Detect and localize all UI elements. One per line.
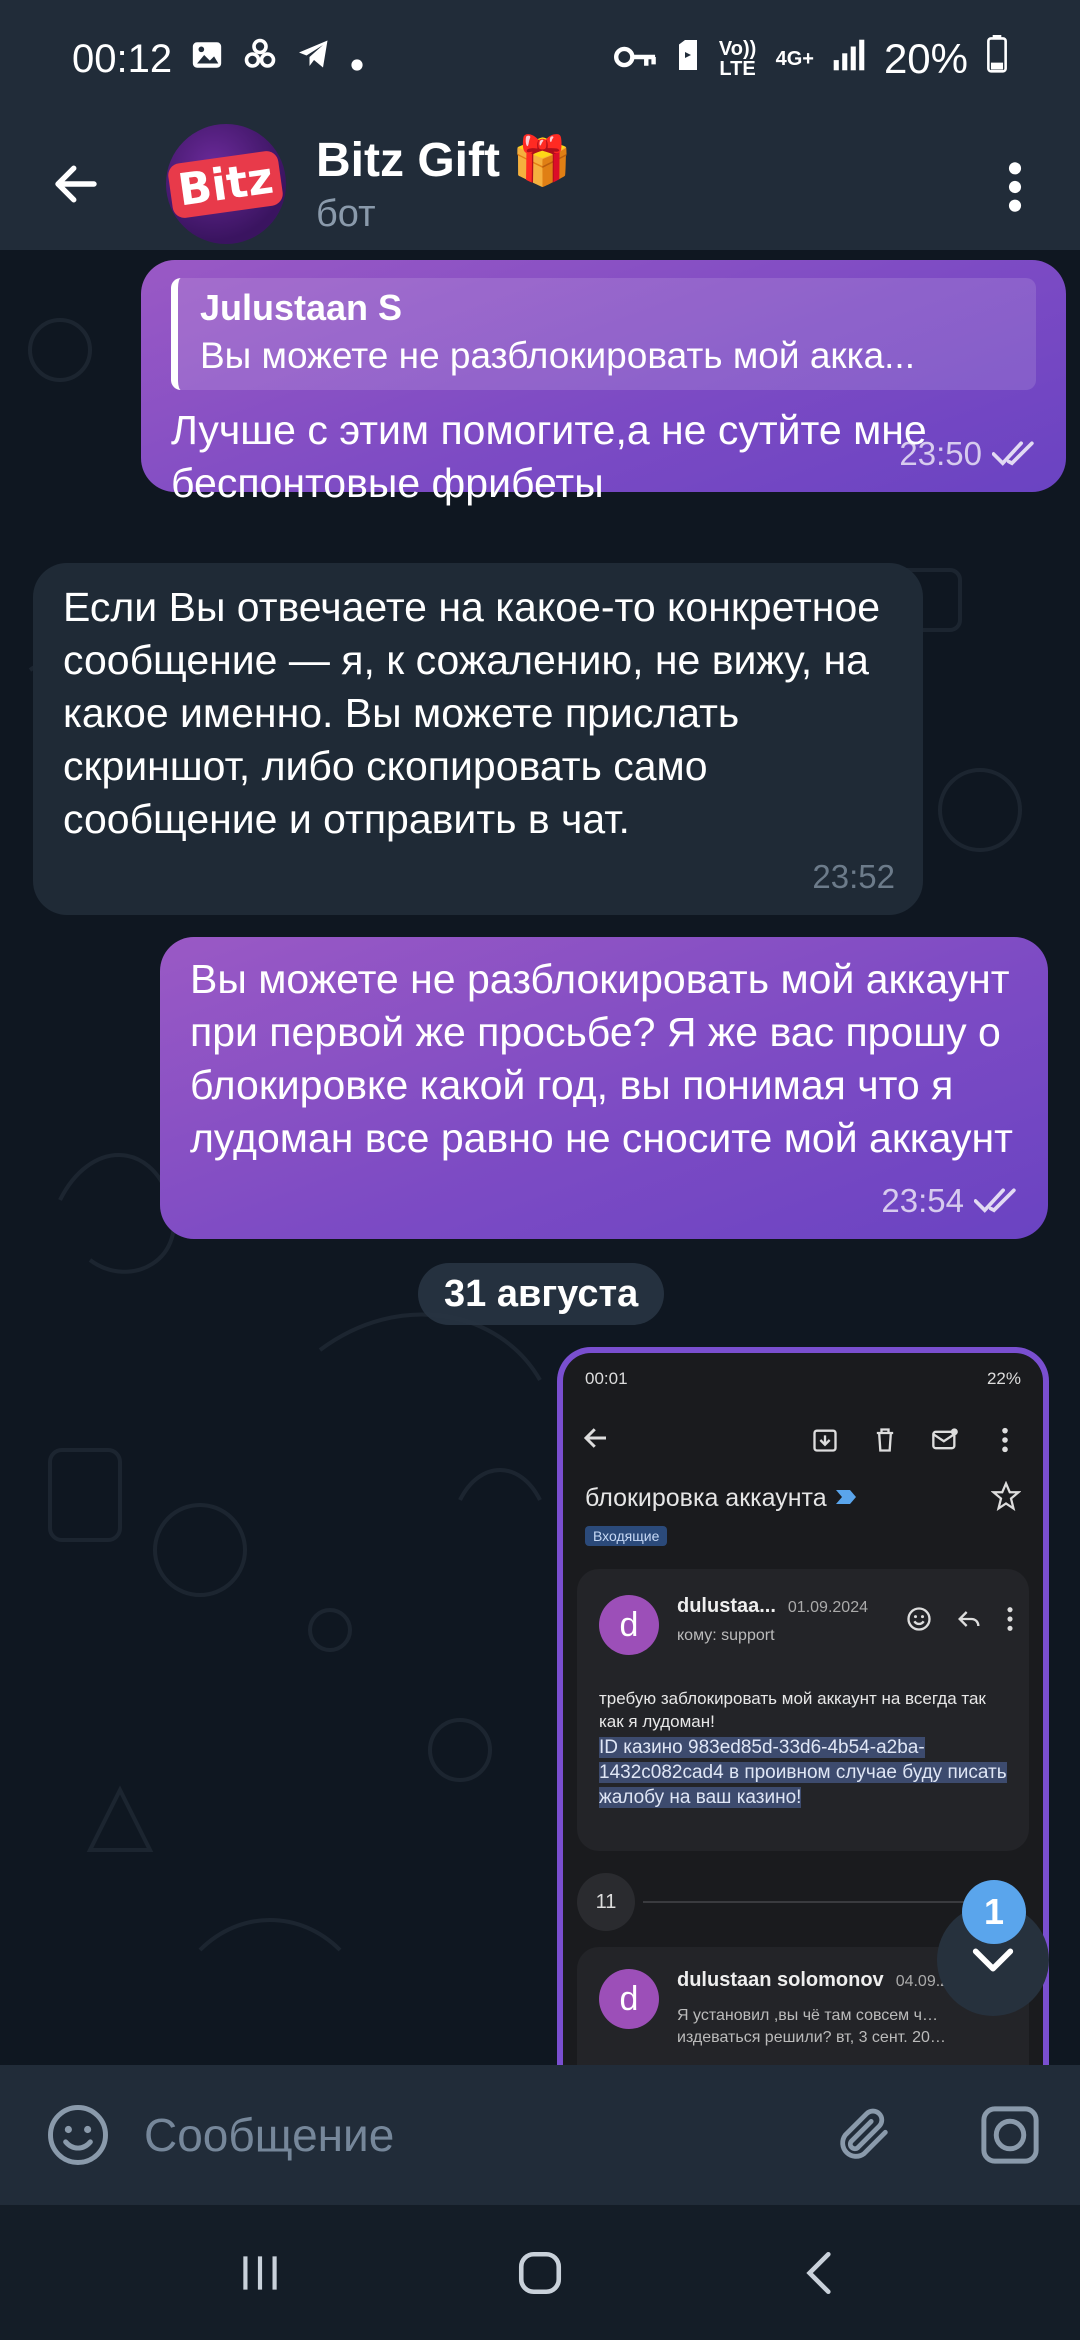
camera-button[interactable] xyxy=(970,2095,1050,2175)
status-bar: 00:12 Vo)) LTE 4G+ 20% xyxy=(0,0,1080,118)
gallery-icon xyxy=(190,37,224,82)
importance-marker-icon xyxy=(835,1490,856,1504)
battery-percent: 20% xyxy=(883,35,968,82)
recent-apps-button[interactable] xyxy=(215,2228,305,2318)
volte-label: Vo)) LTE xyxy=(718,38,757,80)
message-text: Если Вы отвечаете на какое-то конкретное… xyxy=(63,584,881,842)
message-text: Вы можете не разблокировать мой аккаунт … xyxy=(190,956,1013,1161)
back-button[interactable] xyxy=(36,144,116,224)
double-check-icon xyxy=(974,1187,1016,1213)
date-separator: 31 августа xyxy=(418,1263,665,1325)
message-input-bar xyxy=(0,2065,1080,2205)
message-time: 23:50 xyxy=(899,427,1038,480)
sender-avatar: d xyxy=(599,1595,659,1655)
email-body: требую заблокировать мой аккаунт на всег… xyxy=(599,1687,1009,1810)
email-recipient: кому: support xyxy=(677,1627,775,1644)
screenshot-toolbar xyxy=(563,1405,1043,1475)
mail-icon xyxy=(925,1420,965,1460)
email-date: 01.09.2024 xyxy=(787,1599,868,1616)
chat-area[interactable]: Julustaan S Вы можете не разблокировать … xyxy=(0,250,1080,2065)
network-type: 4G+ xyxy=(775,48,814,70)
email-subject: блокировка аккаунта xyxy=(585,1484,858,1513)
chat-subtitle: бот xyxy=(316,193,376,235)
message-time: 23:54 xyxy=(881,1174,1020,1227)
home-icon xyxy=(518,2251,562,2294)
status-right: Vo)) LTE 4G+ 20% xyxy=(613,35,1008,83)
email-body-text: требую заблокировать мой аккаунт на всег… xyxy=(599,1689,986,1731)
unread-count-badge: 1 xyxy=(962,1880,1026,1944)
message-bubble-outgoing[interactable]: Julustaan S Вы можете не разблокировать … xyxy=(141,260,1066,506)
message-input[interactable] xyxy=(144,2095,824,2175)
network-share-icon xyxy=(242,36,278,82)
more-menu-button[interactable] xyxy=(980,142,1050,232)
sim-icon xyxy=(676,37,700,82)
attach-button[interactable] xyxy=(824,2095,904,2175)
status-left: 00:12 xyxy=(72,36,364,82)
reply-quote[interactable]: Julustaan S Вы можете не разблокировать … xyxy=(171,278,1036,390)
key-icon xyxy=(613,37,658,82)
time-label: 23:52 xyxy=(812,858,895,895)
star-icon xyxy=(990,1480,1022,1516)
signal-icon xyxy=(832,37,866,82)
battery-icon xyxy=(986,35,1008,83)
hidden-messages-count: 11 xyxy=(577,1873,635,1931)
sender-avatar: d xyxy=(599,1969,659,2029)
more-vertical-icon xyxy=(985,1420,1025,1460)
chat-header: Bitz Bitz Gift 🎁 бот xyxy=(0,118,1080,250)
emoji-icon xyxy=(48,2105,108,2165)
time-label: 23:50 xyxy=(899,435,982,472)
email-actions xyxy=(905,1605,1015,1633)
back-nav-button[interactable] xyxy=(775,2228,865,2318)
archive-icon xyxy=(805,1420,845,1460)
trash-icon xyxy=(865,1420,905,1460)
reply-sender: Julustaan S xyxy=(200,287,403,328)
email-card: d dulustaa... 01.09.2024 кому: support тр… xyxy=(577,1569,1029,1851)
header-text[interactable]: Bitz Gift 🎁 бот xyxy=(316,132,572,236)
avatar-logo: Bitz xyxy=(167,149,285,219)
chat-title-text: Bitz Gift xyxy=(316,134,500,187)
screenshot-subject: блокировка аккаунта xyxy=(563,1480,1043,1516)
notification-dot-icon xyxy=(350,37,364,82)
gift-icon: 🎁 xyxy=(511,135,572,188)
double-check-icon xyxy=(992,440,1034,466)
email-body-highlight: ID казино 983ed85d-33d6-4b54-a2ba-1432c0… xyxy=(599,1737,1007,1808)
screenshot-status-bar: 00:01 22% xyxy=(563,1353,1043,1405)
message-time: 23:52 xyxy=(812,850,895,903)
message-bubble-outgoing[interactable]: Вы можете не разблокировать мой аккаунт … xyxy=(160,937,1048,1239)
arrow-left-icon xyxy=(581,1423,611,1458)
inbox-label: Входящие xyxy=(585,1526,668,1546)
reply-icon xyxy=(958,1611,980,1627)
home-button[interactable] xyxy=(495,2228,585,2318)
sender-name: dulustaa... 01.09.2024 xyxy=(677,1595,868,1617)
more-vertical-icon xyxy=(1007,1607,1013,1631)
more-vertical-icon xyxy=(1008,162,1022,212)
screenshot-time: 00:01 xyxy=(585,1369,628,1388)
avatar[interactable]: Bitz xyxy=(166,124,286,244)
system-nav-bar xyxy=(0,2205,1080,2340)
emoji-button[interactable] xyxy=(40,2097,116,2173)
paperclip-icon xyxy=(840,2108,888,2159)
email-snippet: Я установил ,вы чё там совсем ч… издеват… xyxy=(677,2007,946,2046)
arrow-left-icon xyxy=(55,165,97,203)
reply-text: Вы можете не разблокировать мой акка... xyxy=(200,335,915,376)
sender-name: dulustaan solomonov 04.09.20 xyxy=(677,1969,958,1991)
recents-icon xyxy=(243,2255,277,2290)
status-time: 00:12 xyxy=(72,36,173,81)
camera-icon xyxy=(981,2106,1039,2164)
message-bubble-incoming[interactable]: Если Вы отвечаете на какое-то конкретное… xyxy=(33,563,923,915)
telegram-icon xyxy=(296,36,332,82)
chat-title: Bitz Gift 🎁 xyxy=(316,132,572,189)
emoji-icon xyxy=(907,1607,931,1631)
screenshot-battery: 22% xyxy=(986,1369,1021,1388)
time-label: 23:54 xyxy=(881,1182,964,1219)
chevron-left-icon xyxy=(806,2251,831,2294)
